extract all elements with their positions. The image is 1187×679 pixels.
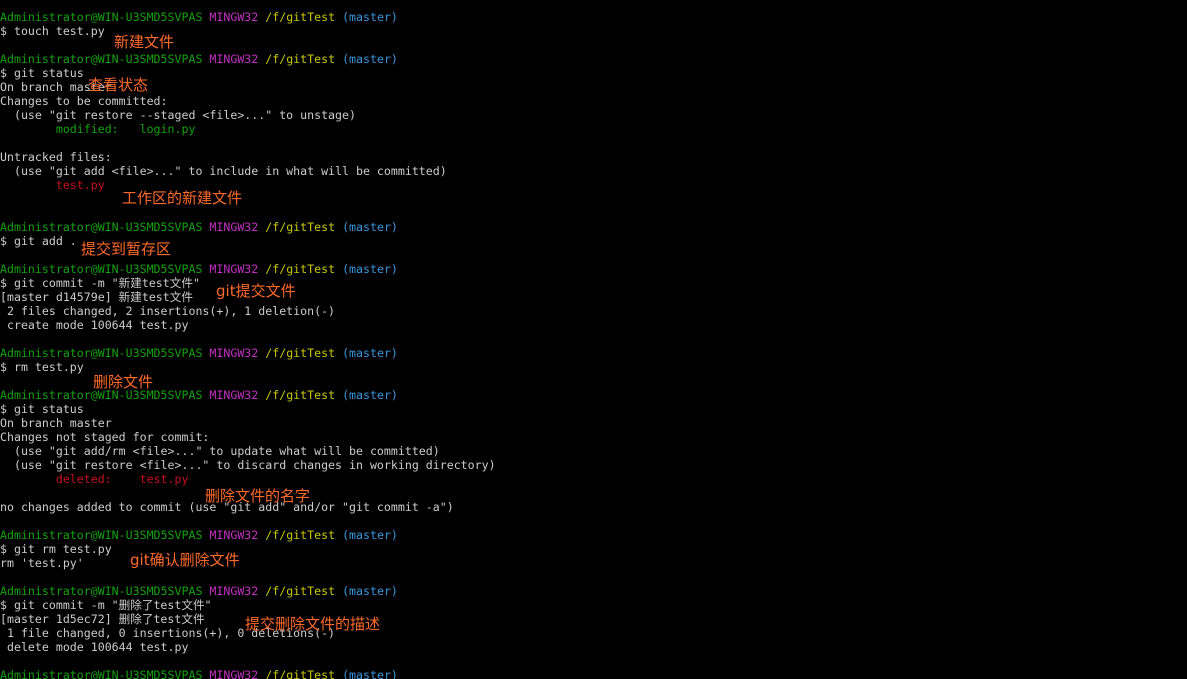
annotation-note: 工作区的新建文件 xyxy=(122,189,243,207)
prompt-branch: (master) xyxy=(342,220,398,234)
output-line: rm 'test.py' xyxy=(0,556,84,570)
output-line: $ git commit -m "新建test文件" xyxy=(0,276,200,290)
annotation-note: 删除文件的名字 xyxy=(205,487,311,505)
prompt-branch: (master) xyxy=(342,528,398,542)
annotation-note: 查看状态 xyxy=(88,76,149,94)
prompt-path: /f/gitTest xyxy=(265,584,336,598)
output-line: (use "git add <file>..." to include in w… xyxy=(0,164,447,178)
prompt-branch: (master) xyxy=(342,668,398,679)
output-line: $ git status xyxy=(0,402,84,416)
prompt-branch: (master) xyxy=(342,262,398,276)
annotation-note: 提交到暂存区 xyxy=(81,240,172,258)
output-line: [master d14579e] 新建test文件 xyxy=(0,290,193,304)
prompt-system: MINGW32 xyxy=(209,388,259,402)
prompt-path: /f/gitTest xyxy=(265,346,336,360)
output-line: create mode 100644 test.py xyxy=(0,318,189,332)
prompt-line: Administrator@WIN-U3SMD5SVPAS MINGW32 /f… xyxy=(0,346,398,360)
output-line: Untracked files: xyxy=(0,150,112,164)
prompt-branch: (master) xyxy=(342,346,398,360)
output-line: $ git commit -m "删除了test文件" xyxy=(0,598,212,612)
output-line: $ rm test.py xyxy=(0,360,84,374)
output-line: (use "git restore <file>..." to discard … xyxy=(0,458,496,472)
prompt-path: /f/gitTest xyxy=(265,220,336,234)
prompt-line: Administrator@WIN-U3SMD5SVPAS MINGW32 /f… xyxy=(0,262,398,276)
prompt-line: Administrator@WIN-U3SMD5SVPAS MINGW32 /f… xyxy=(0,10,398,24)
prompt-user: Administrator@WIN-U3SMD5SVPAS xyxy=(0,528,203,542)
prompt-user: Administrator@WIN-U3SMD5SVPAS xyxy=(0,52,203,66)
output-line: $ git status xyxy=(0,66,84,80)
output-line: On branch master xyxy=(0,416,112,430)
terminal-window[interactable]: Administrator@WIN-U3SMD5SVPAS MINGW32 /f… xyxy=(0,0,1187,679)
prompt-path: /f/gitTest xyxy=(265,528,336,542)
prompt-path: /f/gitTest xyxy=(265,52,336,66)
prompt-system: MINGW32 xyxy=(209,10,259,24)
output-line: $ git rm test.py xyxy=(0,542,112,556)
prompt-path: /f/gitTest xyxy=(265,388,336,402)
prompt-line: Administrator@WIN-U3SMD5SVPAS MINGW32 /f… xyxy=(0,52,398,66)
prompt-user: Administrator@WIN-U3SMD5SVPAS xyxy=(0,668,203,679)
prompt-line: Administrator@WIN-U3SMD5SVPAS MINGW32 /f… xyxy=(0,584,398,598)
output-line: delete mode 100644 test.py xyxy=(0,640,189,654)
prompt-system: MINGW32 xyxy=(209,262,259,276)
changed-file-line: test.py xyxy=(0,178,105,192)
changed-file-line: deleted: test.py xyxy=(0,472,189,486)
prompt-system: MINGW32 xyxy=(209,584,259,598)
prompt-branch: (master) xyxy=(342,388,398,402)
prompt-line: Administrator@WIN-U3SMD5SVPAS MINGW32 /f… xyxy=(0,668,398,679)
prompt-system: MINGW32 xyxy=(209,668,259,679)
output-line: $ git add . xyxy=(0,234,77,248)
prompt-line: Administrator@WIN-U3SMD5SVPAS MINGW32 /f… xyxy=(0,528,398,542)
output-line: Changes to be committed: xyxy=(0,94,168,108)
annotation-note: git提交文件 xyxy=(216,282,296,300)
prompt-system: MINGW32 xyxy=(209,220,259,234)
output-line: Changes not staged for commit: xyxy=(0,430,210,444)
prompt-path: /f/gitTest xyxy=(265,10,336,24)
prompt-branch: (master) xyxy=(342,10,398,24)
output-line: [master 1d5ec72] 删除了test文件 xyxy=(0,612,205,626)
prompt-line: Administrator@WIN-U3SMD5SVPAS MINGW32 /f… xyxy=(0,220,398,234)
prompt-system: MINGW32 xyxy=(209,52,259,66)
prompt-user: Administrator@WIN-U3SMD5SVPAS xyxy=(0,584,203,598)
prompt-branch: (master) xyxy=(342,52,398,66)
output-line: $ touch test.py xyxy=(0,24,105,38)
prompt-system: MINGW32 xyxy=(209,528,259,542)
prompt-user: Administrator@WIN-U3SMD5SVPAS xyxy=(0,346,203,360)
prompt-path: /f/gitTest xyxy=(265,668,336,679)
output-line: 2 files changed, 2 insertions(+), 1 dele… xyxy=(0,304,336,318)
annotation-note: 新建文件 xyxy=(114,33,175,51)
prompt-user: Administrator@WIN-U3SMD5SVPAS xyxy=(0,10,203,24)
staged-file-line: modified: login.py xyxy=(0,122,196,136)
annotation-note: 提交删除文件的描述 xyxy=(245,615,381,633)
prompt-line: Administrator@WIN-U3SMD5SVPAS MINGW32 /f… xyxy=(0,388,398,402)
prompt-path: /f/gitTest xyxy=(265,262,336,276)
prompt-user: Administrator@WIN-U3SMD5SVPAS xyxy=(0,220,203,234)
output-line: (use "git add/rm <file>..." to update wh… xyxy=(0,444,440,458)
annotation-note: git确认删除文件 xyxy=(130,551,240,569)
prompt-user: Administrator@WIN-U3SMD5SVPAS xyxy=(0,262,203,276)
prompt-system: MINGW32 xyxy=(209,346,259,360)
output-line: (use "git restore --staged <file>..." to… xyxy=(0,108,356,122)
annotation-note: 删除文件 xyxy=(93,373,154,391)
prompt-branch: (master) xyxy=(342,584,398,598)
